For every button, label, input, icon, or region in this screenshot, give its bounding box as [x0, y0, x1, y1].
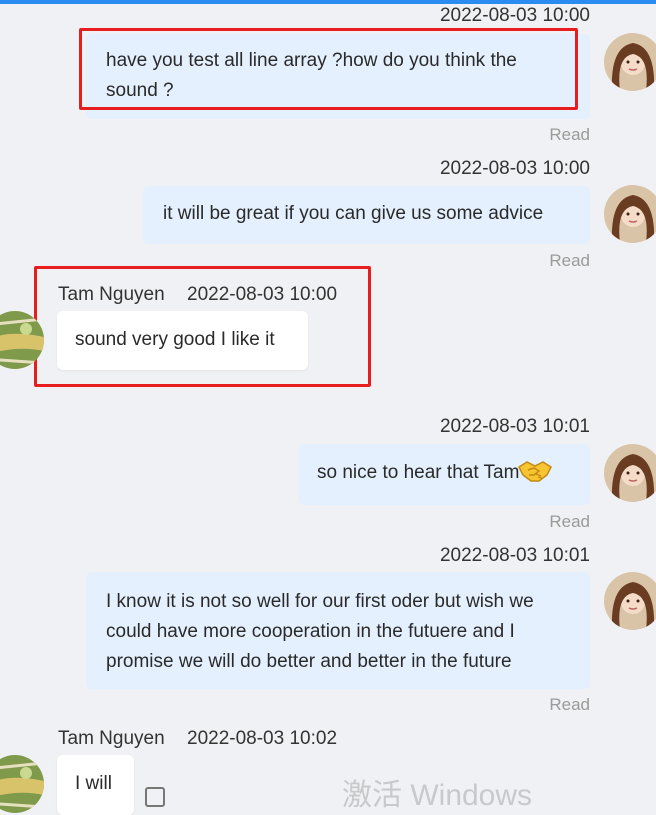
my-avatar[interactable] — [604, 444, 656, 502]
my-message-bubble[interactable]: it will be great if you can give us some… — [143, 186, 590, 244]
message-timestamp: 2022-08-03 10:01 — [439, 416, 590, 437]
read-status: Read — [549, 512, 590, 531]
sender-name: Tam Nguyen — [58, 728, 165, 749]
message-timestamp: 2022-08-03 10:00 — [439, 158, 590, 179]
contact-avatar[interactable] — [0, 755, 44, 813]
highlight-box — [34, 266, 371, 387]
message-timestamp: 2022-08-03 10:01 — [439, 545, 590, 566]
windows-activation-watermark: 激活 Windows — [342, 779, 533, 812]
message-text: so nice to hear that Tam — [317, 462, 520, 483]
message-timestamp: 2022-08-03 10:02 — [187, 728, 338, 749]
highlight-box — [79, 28, 578, 110]
my-avatar[interactable] — [604, 33, 656, 91]
top-accent-bar — [0, 0, 656, 4]
my-message-bubble[interactable]: I know it is not so well for our first o… — [86, 572, 590, 689]
read-status: Read — [549, 695, 590, 714]
read-status: Read — [549, 251, 590, 270]
my-avatar[interactable] — [604, 185, 656, 243]
handshake-emoji-icon — [517, 458, 553, 494]
add-icon[interactable] — [145, 787, 165, 807]
my-avatar[interactable] — [604, 572, 656, 630]
their-message-bubble[interactable]: I will — [57, 755, 134, 815]
message-timestamp: 2022-08-03 10:00 — [439, 5, 590, 26]
read-status: Read — [549, 125, 590, 144]
my-message-bubble[interactable]: so nice to hear that Tam — [299, 444, 590, 505]
